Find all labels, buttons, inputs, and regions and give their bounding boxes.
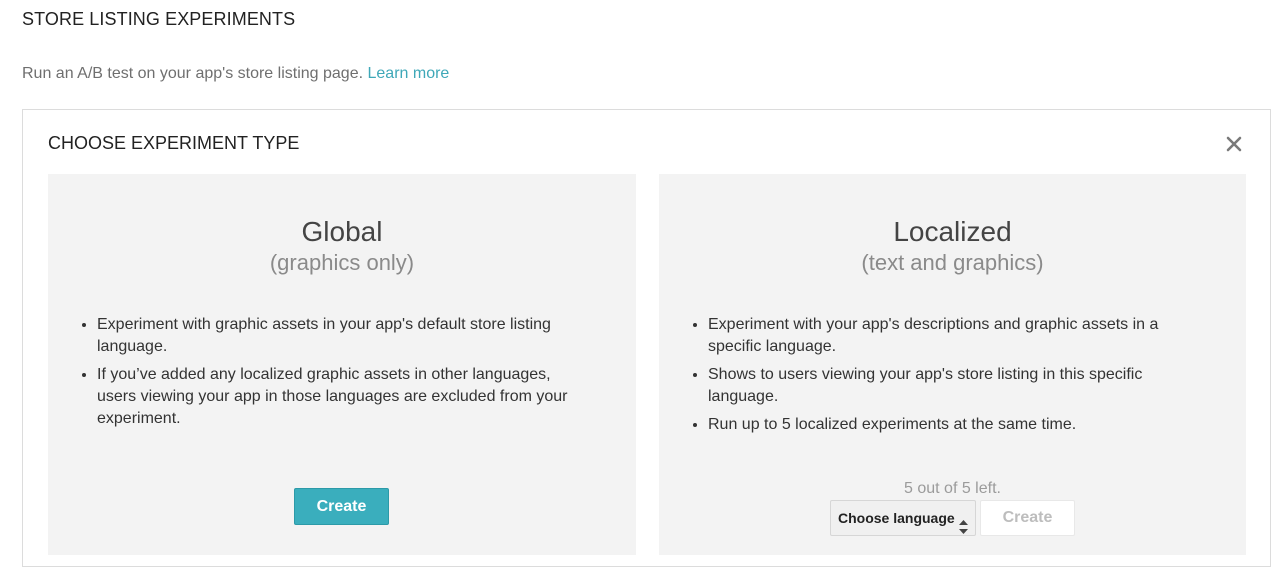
experiment-type-dialog: CHOOSE EXPERIMENT TYPE Global (graphics … [22,109,1271,567]
up-down-arrows-icon [959,512,968,534]
global-bullets: Experiment with graphic assets in your a… [68,314,586,436]
global-title: Global [301,216,383,247]
list-item: Experiment with graphic assets in your a… [97,314,586,358]
global-subtitle: (graphics only) [269,250,415,275]
localized-subtitle: (text and graphics) [861,250,1044,275]
localized-title: Localized [893,216,1012,247]
language-select[interactable]: Choose language [830,500,976,536]
close-icon[interactable] [1226,136,1242,152]
list-item: Experiment with your app's descriptions … [708,314,1196,358]
localized-experiment-card: Localized (text and graphics) Experiment… [659,174,1246,555]
page-title: STORE LISTING EXPERIMENTS [22,9,296,29]
experiments-left-count: 5 out of 5 left. [904,480,1001,497]
list-item: Shows to users viewing your app's store … [708,364,1196,408]
subtitle-text: Run an A/B test on your app's store list… [22,65,364,82]
dialog-title: CHOOSE EXPERIMENT TYPE [48,133,300,153]
list-item: If you’ve added any localized graphic as… [97,364,586,430]
global-create-button[interactable]: Create [294,488,389,525]
list-item: Run up to 5 localized experiments at the… [708,414,1196,436]
global-experiment-card: Global (graphics only) Experiment with g… [48,174,636,555]
language-select-label: Choose language [838,510,955,526]
learn-more-link[interactable]: Learn more [368,65,450,82]
localized-bullets: Experiment with your app's descriptions … [679,314,1196,442]
page-subtitle: Run an A/B test on your app's store list… [22,65,449,83]
localized-create-button[interactable]: Create [980,500,1075,536]
